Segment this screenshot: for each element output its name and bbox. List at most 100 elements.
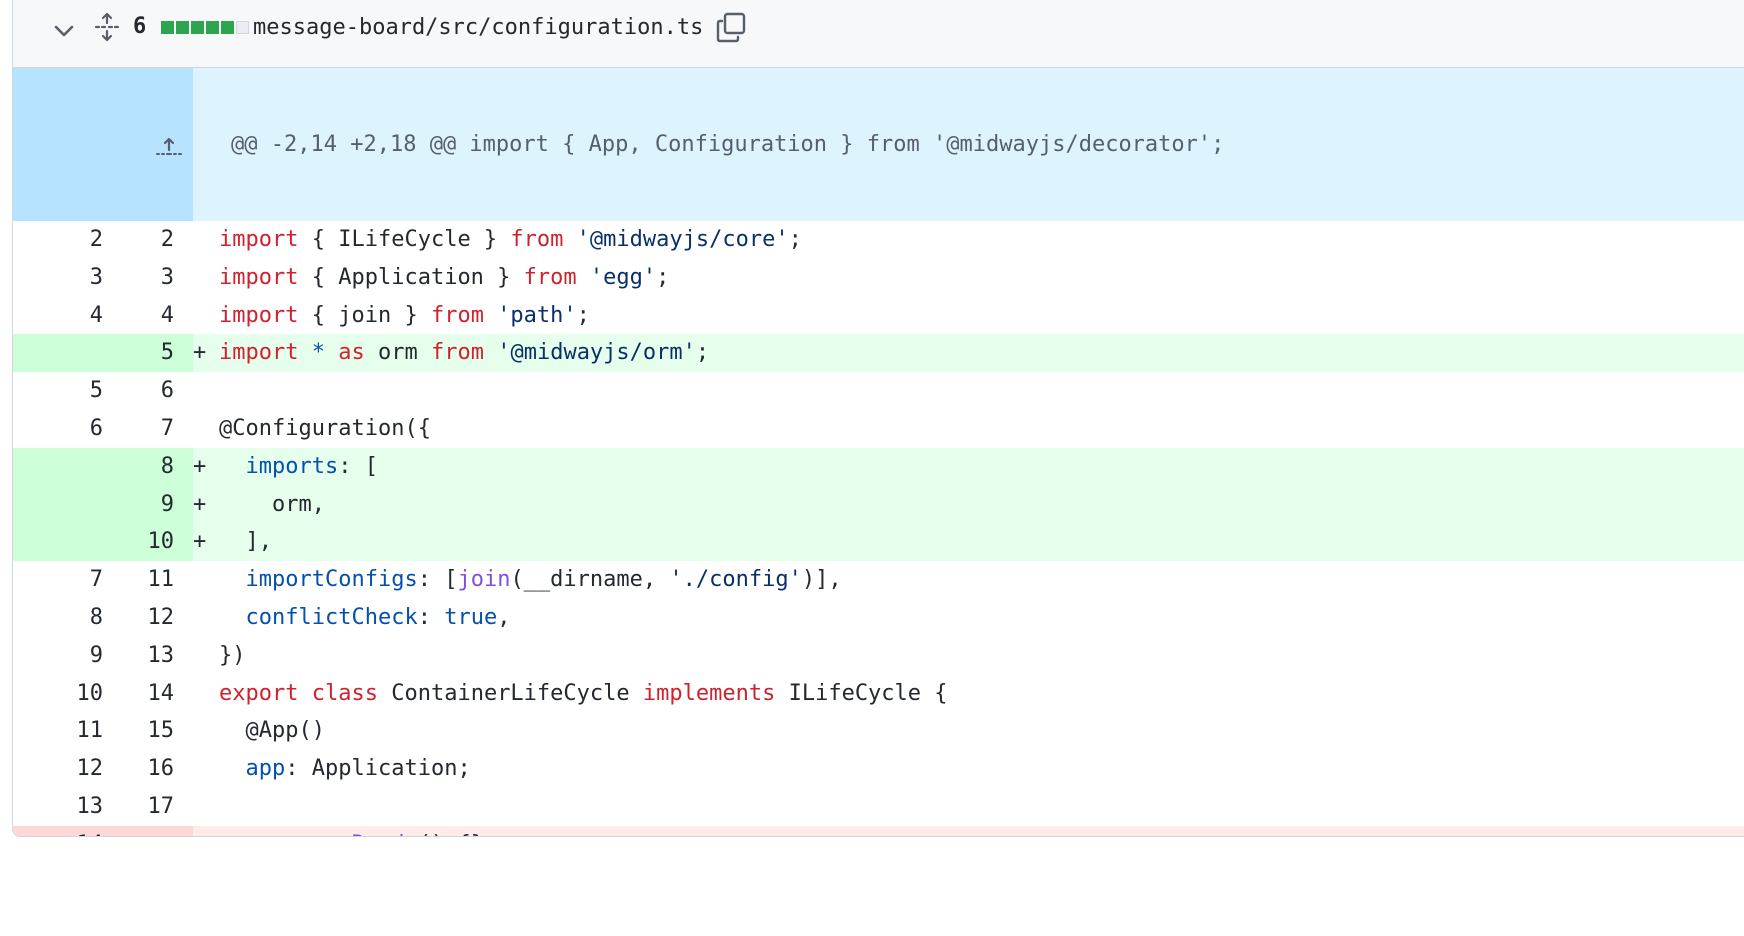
diffstat-block-add — [221, 21, 234, 34]
new-line-number[interactable]: 3 — [103, 259, 193, 297]
new-line-number[interactable]: 8 — [103, 447, 194, 486]
old-line-number[interactable]: 4 — [13, 297, 103, 335]
file-path-link[interactable]: message-board/src/configuration.ts — [253, 12, 703, 44]
old-line-number[interactable] — [13, 447, 103, 486]
old-line-number[interactable]: 11 — [13, 712, 104, 750]
code-token: ILifeCycle { — [775, 680, 948, 706]
new-line-number[interactable]: 11 — [103, 561, 193, 599]
code-token: implements — [642, 680, 776, 706]
unfold-icon[interactable] — [93, 12, 121, 42]
old-line-number[interactable] — [13, 334, 103, 373]
code-token: ; — [788, 227, 802, 252]
code-token: { ILifeCycle } — [298, 227, 511, 252]
context-line: 7 11 importConfigs: [join(__dirname, './c… — [13, 561, 1744, 599]
code-token: imports — [245, 453, 339, 479]
plus-marker: + — [193, 340, 207, 366]
context-marker — [193, 637, 219, 675]
code-token: (__dirname, — [510, 567, 670, 593]
code-token: as — [338, 340, 365, 366]
new-line-number[interactable]: 15 — [103, 712, 193, 750]
context-line: 33 import { Application } from 'egg'; — [13, 259, 1744, 297]
old-line-number[interactable]: 6 — [13, 410, 103, 448]
context-marker — [193, 372, 219, 410]
old-line-number[interactable]: 12 — [13, 750, 104, 788]
code-cell: import { Application } from 'egg'; — [193, 259, 1744, 297]
new-line-number[interactable] — [103, 825, 194, 836]
old-line-number[interactable]: 3 — [13, 259, 103, 297]
old-line-number[interactable]: 2 — [13, 221, 103, 259]
old-line-number[interactable]: 13 — [13, 788, 104, 826]
deletion-line: 14 − async onReady() {} — [13, 825, 1744, 836]
expand-up-icon[interactable] — [13, 68, 194, 221]
code-cell: export class ContainerLifeCycle implemen… — [193, 675, 1744, 713]
new-line-number[interactable]: 12 — [103, 599, 193, 637]
context-marker — [193, 675, 219, 713]
code-token: ; — [576, 302, 590, 328]
code-token: async — [246, 832, 312, 836]
chevron-down-icon[interactable] — [53, 22, 75, 40]
diffstat-block-add — [191, 21, 204, 34]
new-line-number[interactable]: 2 — [103, 221, 193, 259]
context-line: 56 — [13, 372, 1744, 410]
code-token: from — [430, 340, 484, 366]
change-count: 6 — [133, 14, 147, 39]
old-line-number[interactable]: 8 — [13, 599, 103, 637]
context-line: 11 15 @App() — [13, 712, 1744, 750]
code-token: ; — [656, 264, 670, 290]
new-line-number[interactable]: 13 — [103, 637, 193, 675]
code-token: from — [523, 264, 577, 290]
new-line-number[interactable]: 17 — [103, 788, 193, 826]
copy-icon[interactable] — [715, 12, 747, 44]
code-token: 'path' — [497, 302, 577, 328]
code-cell: }) — [193, 637, 1744, 675]
new-line-number[interactable]: 7 — [103, 410, 193, 448]
code-token: conflictCheck — [245, 604, 418, 630]
addition-line: 5 + import * as orm from '@midwayjs/orm'; — [13, 334, 1744, 373]
code-token: : [ — [338, 453, 378, 479]
old-line-number[interactable]: 5 — [13, 372, 103, 410]
new-line-number[interactable]: 10 — [103, 523, 194, 562]
code-token: : — [417, 604, 445, 630]
code-token: : [ — [417, 567, 458, 593]
old-line-number[interactable] — [13, 523, 103, 562]
plus-marker: + — [193, 529, 207, 555]
context-line: 10 14 export class ContainerLifeCycle imp… — [13, 675, 1744, 713]
new-line-number[interactable]: 6 — [103, 372, 193, 410]
old-line-number[interactable]: 14 — [13, 825, 103, 836]
context-marker — [193, 259, 219, 297]
code-token: import — [219, 227, 299, 252]
code-cell: @App() — [193, 712, 1744, 750]
file-header: 6 message-board/src/configuration.ts — [13, 0, 1744, 68]
old-line-number[interactable]: 7 — [13, 561, 103, 599]
context-line: 12 16 app: Application; — [13, 750, 1744, 788]
new-line-number[interactable]: 14 — [103, 675, 193, 713]
context-marker — [193, 599, 219, 637]
addition-line: 10 + ], — [13, 523, 1744, 562]
code-cell: import { join } from 'path'; — [193, 297, 1744, 335]
new-line-number[interactable]: 16 — [103, 750, 193, 788]
hunk-header-row: @@ -2,14 +2,18 @@ import { App, Configur… — [13, 68, 1744, 221]
context-line: 22 import { ILifeCycle } from '@midwayjs… — [13, 221, 1744, 259]
code-token: orm — [364, 340, 431, 366]
code-token: * — [311, 340, 325, 366]
old-line-number[interactable]: 10 — [13, 675, 104, 713]
new-line-number[interactable]: 5 — [103, 334, 194, 373]
old-line-number[interactable]: 9 — [13, 637, 103, 675]
old-line-number[interactable] — [13, 485, 103, 524]
context-line: 9 13 }) — [13, 637, 1744, 675]
code-token: orm, — [219, 491, 325, 517]
code-token: importConfigs — [245, 567, 418, 593]
diffstat-block-add — [206, 21, 219, 34]
new-line-number[interactable]: 4 — [103, 297, 193, 335]
code-token: class — [311, 680, 378, 706]
new-line-number[interactable]: 9 — [103, 485, 194, 524]
